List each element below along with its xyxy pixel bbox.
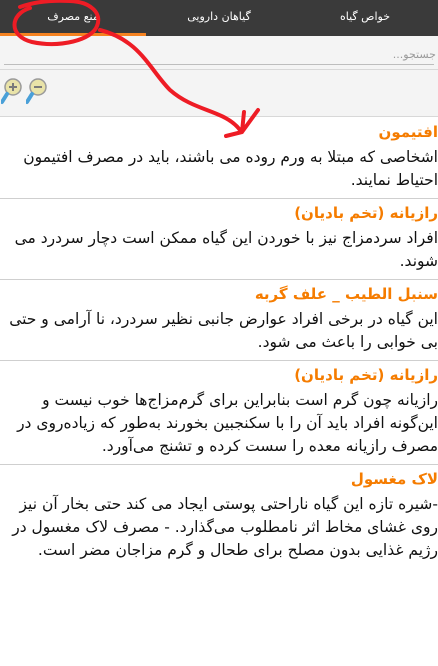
item-body: -شیره تازه این گیاه ناراحتی پوستی ایجاد … (12, 495, 438, 559)
item-title: رازیانه (تخم بادیان) (294, 204, 438, 222)
tab-plant-properties[interactable]: خواص گیاه (292, 0, 438, 36)
zoom-in-button[interactable] (0, 76, 23, 108)
tab-label: منع مصرف (47, 10, 99, 23)
tab-contraindications[interactable]: منع مصرف (0, 0, 146, 36)
item-title: سنبل الطیب _ علف گربه (254, 285, 438, 303)
search-underline (4, 64, 434, 65)
item-body: افراد سردمزاج نیز با خوردن این گیاه ممکن… (14, 229, 438, 270)
item-body: رازیانه چون گرم است بنابراین برای گرم‌مز… (17, 391, 438, 455)
item-body: این گیاه در برخی افراد عوارض جانبی نظیر … (9, 310, 438, 351)
zoom-in-icon (0, 78, 22, 104)
search-input[interactable] (4, 44, 438, 64)
zoom-out-icon (25, 78, 47, 104)
tab-bar: منع مصرف گیاهان دارویی خواص گیاه (0, 0, 438, 36)
contraindication-list[interactable]: افتیمون اشخاصی که مبتلا به ورم روده می ب… (0, 118, 438, 666)
list-item[interactable]: رازیانه (تخم بادیان) رازیانه چون گرم است… (0, 361, 438, 465)
list-item[interactable]: افتیمون اشخاصی که مبتلا به ورم روده می ب… (0, 118, 438, 199)
zoom-toolbar (0, 70, 438, 117)
list-item[interactable]: سنبل الطیب _ علف گربه این گیاه در برخی ا… (0, 280, 438, 361)
tab-label: خواص گیاه (339, 10, 390, 23)
tab-medicinal-plants[interactable]: گیاهان دارویی (146, 0, 292, 36)
item-title: افتیمون (378, 123, 438, 141)
tab-label: گیاهان دارویی (187, 10, 251, 23)
zoom-out-button[interactable] (25, 76, 48, 108)
item-title: رازیانه (تخم بادیان) (294, 366, 438, 384)
item-title: لاک مغسول (350, 470, 438, 488)
list-item[interactable]: لاک مغسول -شیره تازه این گیاه ناراحتی پو… (0, 465, 438, 568)
item-body: اشخاصی که مبتلا به ورم روده می باشند، با… (23, 148, 438, 189)
list-item[interactable]: رازیانه (تخم بادیان) افراد سردمزاج نیز ب… (0, 199, 438, 280)
